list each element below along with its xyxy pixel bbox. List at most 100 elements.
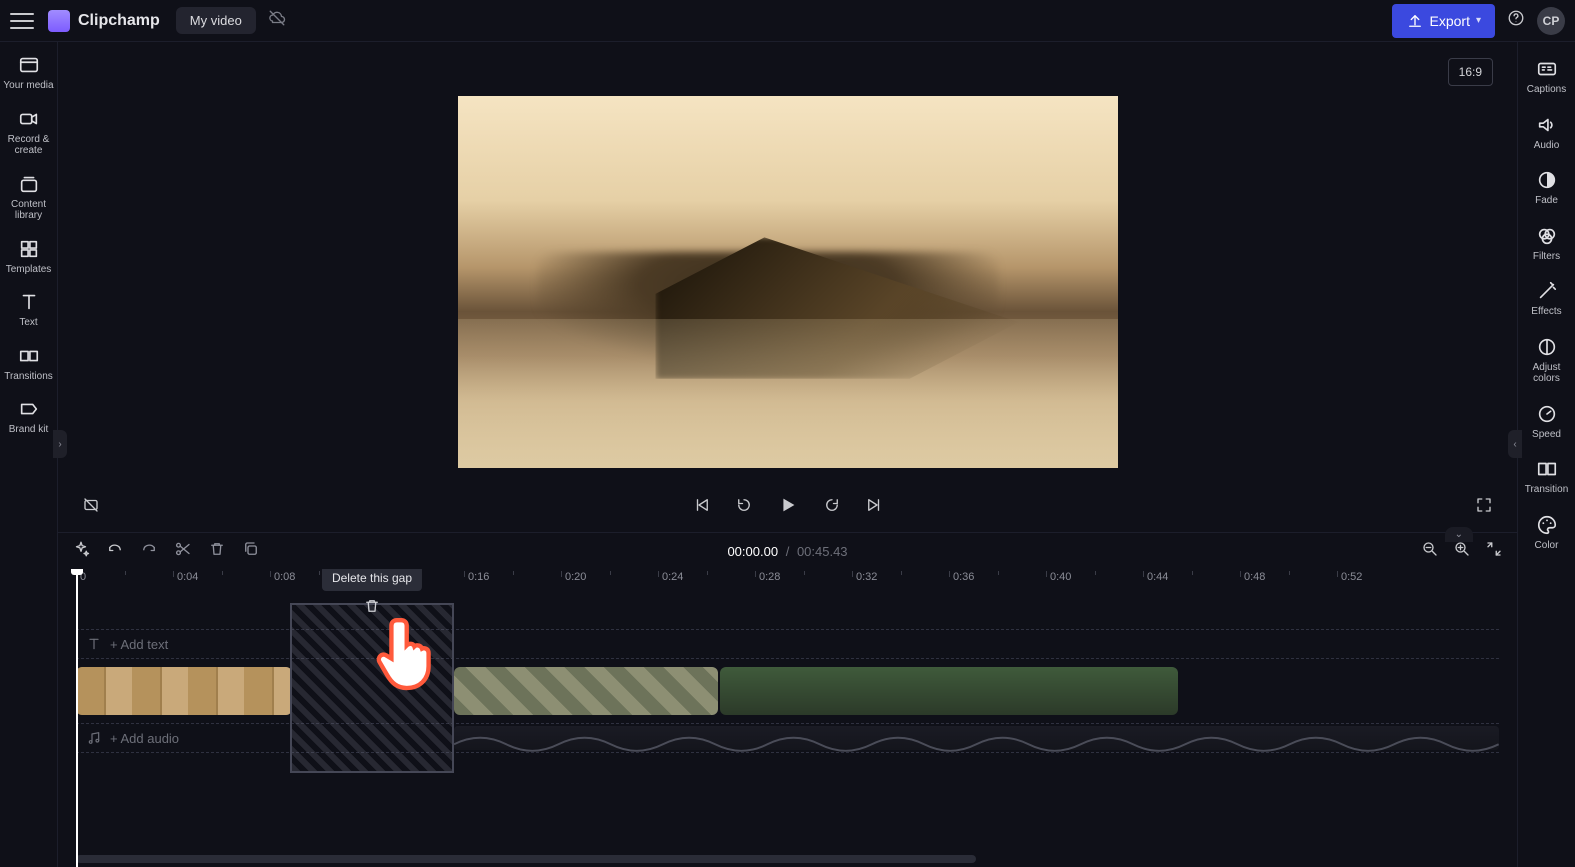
play-icon bbox=[777, 494, 799, 516]
media-icon bbox=[18, 54, 40, 76]
sidebar-item-label: Content library bbox=[1, 199, 57, 222]
redo-button[interactable] bbox=[140, 540, 158, 563]
audio-clip[interactable] bbox=[454, 726, 1499, 750]
zoom-out-icon bbox=[1421, 540, 1439, 558]
transition-icon bbox=[1536, 458, 1558, 480]
sidebar-item-label: Record & create bbox=[1, 134, 57, 157]
ruler-tick-label: 0:28 bbox=[759, 571, 780, 583]
aspect-ratio-selector[interactable]: 16:9 bbox=[1448, 58, 1493, 86]
timeline-horizontal-scrollbar[interactable] bbox=[76, 855, 976, 863]
split-button[interactable] bbox=[174, 540, 192, 563]
auto-compose-button[interactable] bbox=[72, 540, 90, 563]
ruler-tick-label: 0:08 bbox=[274, 571, 295, 583]
help-button[interactable] bbox=[1507, 9, 1525, 32]
sidebar-item-label: Brand kit bbox=[9, 424, 48, 436]
sidebar-item-label: Audio bbox=[1534, 140, 1560, 152]
app-name: Clipchamp bbox=[78, 12, 160, 30]
sidebar-item-record-create[interactable]: Record & create bbox=[1, 104, 57, 161]
timeline-panel: 00:00.00 / 00:45.43 00:040:080:120:160:2… bbox=[58, 532, 1517, 867]
zoom-in-button[interactable] bbox=[1453, 540, 1471, 563]
skip-back-button[interactable] bbox=[693, 496, 711, 519]
project-title-input[interactable]: My video bbox=[176, 7, 256, 34]
sidebar-item-label: Filters bbox=[1533, 251, 1560, 263]
sidebar-item-label: Adjust colors bbox=[1519, 362, 1575, 385]
sidebar-item-color[interactable]: Color bbox=[1519, 510, 1575, 556]
redo-icon bbox=[140, 540, 158, 558]
sidebar-item-text[interactable]: Text bbox=[1, 287, 57, 333]
timecode-separator: / bbox=[786, 544, 790, 559]
skip-back-icon bbox=[693, 496, 711, 514]
ruler-tick-label: 0:44 bbox=[1147, 571, 1168, 583]
text-icon bbox=[18, 291, 40, 313]
audio-track[interactable]: + Add audio bbox=[76, 723, 1499, 753]
sidebar-item-brand-kit[interactable]: Brand kit bbox=[1, 394, 57, 440]
left-sidebar: Your media Record & create Content libra… bbox=[0, 42, 58, 867]
timecode-display: 00:00.00 / 00:45.43 bbox=[727, 544, 847, 559]
ruler-tick-label: 0:20 bbox=[565, 571, 586, 583]
user-avatar[interactable]: CP bbox=[1537, 7, 1565, 35]
music-icon bbox=[86, 730, 102, 746]
undo-button[interactable] bbox=[106, 540, 124, 563]
sidebar-item-label: Fade bbox=[1535, 195, 1558, 207]
sidebar-item-transitions[interactable]: Transitions bbox=[1, 341, 57, 387]
current-time: 00:00.00 bbox=[727, 544, 778, 559]
sidebar-item-label: Captions bbox=[1527, 84, 1566, 96]
sidebar-item-speed[interactable]: Speed bbox=[1519, 399, 1575, 445]
duplicate-button[interactable] bbox=[242, 540, 260, 563]
export-button[interactable]: Export ▾ bbox=[1392, 4, 1496, 38]
sidebar-item-label: Your media bbox=[3, 80, 53, 92]
rewind-button[interactable] bbox=[735, 496, 753, 519]
fullscreen-button[interactable] bbox=[1475, 496, 1493, 519]
sidebar-item-captions[interactable]: Captions bbox=[1519, 54, 1575, 100]
add-text-hint[interactable]: + Add text bbox=[86, 636, 168, 652]
text-track[interactable]: + Add text bbox=[76, 629, 1499, 659]
video-clip-2[interactable] bbox=[454, 667, 718, 715]
video-preview-canvas[interactable] bbox=[458, 96, 1118, 468]
chevron-left-icon: ‹ bbox=[1513, 439, 1516, 450]
video-clip-1[interactable] bbox=[76, 667, 292, 715]
timeline-gap-selection[interactable]: Delete this gap bbox=[292, 605, 452, 771]
preview-area: 16:9 ⌄ bbox=[58, 42, 1517, 532]
sidebar-item-fade[interactable]: Fade bbox=[1519, 165, 1575, 211]
timeline-ruler[interactable]: 00:040:080:120:160:200:240:280:320:360:4… bbox=[58, 569, 1517, 593]
hamburger-menu-icon[interactable] bbox=[10, 9, 34, 33]
sidebar-item-label: Transitions bbox=[4, 371, 53, 383]
play-button[interactable] bbox=[777, 494, 799, 521]
forward-button[interactable] bbox=[823, 496, 841, 519]
sidebar-item-adjust-colors[interactable]: Adjust colors bbox=[1519, 332, 1575, 389]
crop-toggle-button[interactable] bbox=[82, 496, 100, 519]
expand-right-panel-button[interactable]: ‹ bbox=[1508, 430, 1522, 458]
fullscreen-icon bbox=[1475, 496, 1493, 514]
add-audio-hint[interactable]: + Add audio bbox=[86, 730, 179, 746]
skip-forward-icon bbox=[865, 496, 883, 514]
app-logo-icon bbox=[48, 10, 70, 32]
forward-icon bbox=[823, 496, 841, 514]
delete-button[interactable] bbox=[208, 540, 226, 563]
sidebar-item-transition[interactable]: Transition bbox=[1519, 454, 1575, 500]
sidebar-item-filters[interactable]: Filters bbox=[1519, 221, 1575, 267]
text-icon bbox=[86, 636, 102, 652]
collapse-icon bbox=[1485, 540, 1503, 558]
templates-icon bbox=[18, 238, 40, 260]
zoom-in-icon bbox=[1453, 540, 1471, 558]
scissors-icon bbox=[174, 540, 192, 558]
sidebar-item-effects[interactable]: Effects bbox=[1519, 276, 1575, 322]
sidebar-item-your-media[interactable]: Your media bbox=[1, 50, 57, 96]
cloud-sync-off-icon[interactable] bbox=[268, 9, 286, 32]
timeline-body[interactable]: 00:040:080:120:160:200:240:280:320:360:4… bbox=[58, 569, 1517, 867]
library-icon bbox=[18, 173, 40, 195]
fit-timeline-button[interactable] bbox=[1485, 540, 1503, 563]
crop-off-icon bbox=[82, 496, 100, 514]
skip-forward-button[interactable] bbox=[865, 496, 883, 519]
right-sidebar: Captions Audio Fade Filters Effects Adju… bbox=[1517, 42, 1575, 867]
transitions-icon bbox=[18, 345, 40, 367]
video-track[interactable]: Delete this gap bbox=[76, 665, 1499, 717]
sidebar-item-content-library[interactable]: Content library bbox=[1, 169, 57, 226]
playhead[interactable] bbox=[76, 569, 78, 867]
ruler-tick-label: 0:40 bbox=[1050, 571, 1071, 583]
zoom-out-button[interactable] bbox=[1421, 540, 1439, 563]
sidebar-item-audio[interactable]: Audio bbox=[1519, 110, 1575, 156]
sidebar-item-templates[interactable]: Templates bbox=[1, 234, 57, 280]
undo-icon bbox=[106, 540, 124, 558]
video-clip-3[interactable] bbox=[720, 667, 1178, 715]
